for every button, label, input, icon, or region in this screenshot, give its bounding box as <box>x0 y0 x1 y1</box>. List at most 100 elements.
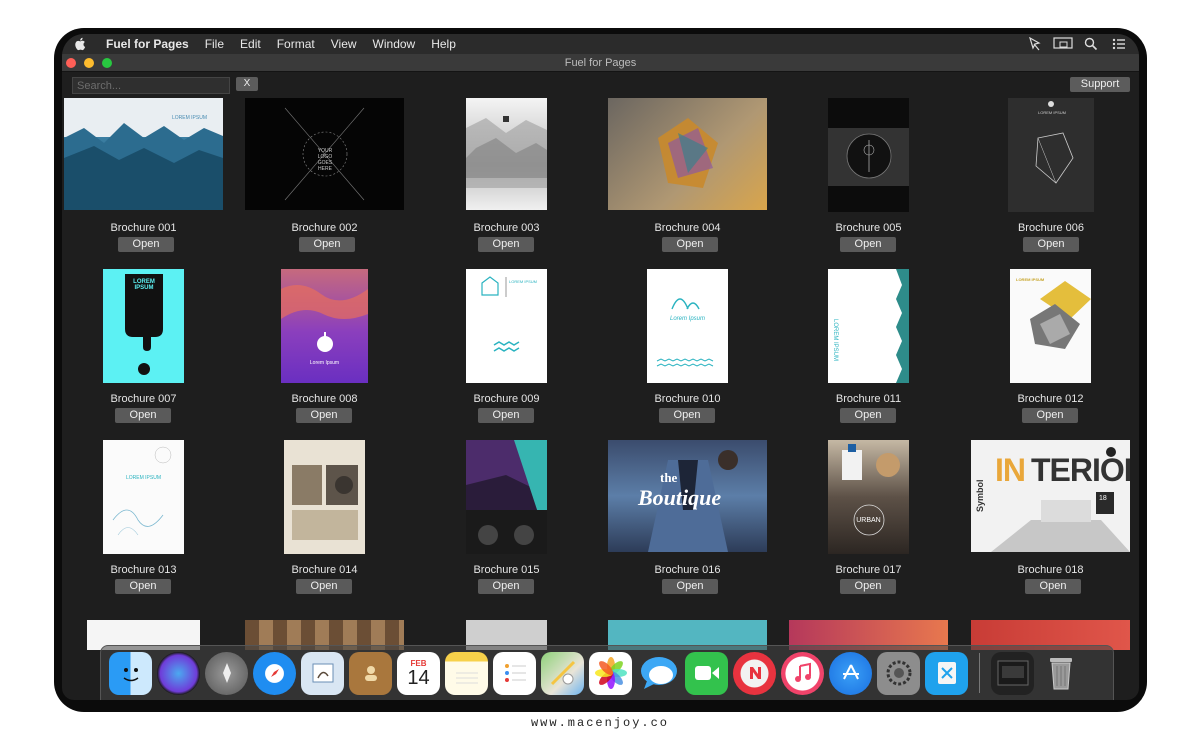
brochure-thumbnail[interactable]: URBAN <box>828 440 909 554</box>
siri-icon[interactable] <box>157 651 200 695</box>
open-button[interactable]: Open <box>115 579 171 594</box>
zoom-button[interactable] <box>102 58 112 68</box>
menu-edit[interactable]: Edit <box>232 34 269 54</box>
safari-icon[interactable] <box>253 651 296 695</box>
close-button[interactable] <box>66 58 76 68</box>
music-icon[interactable] <box>781 651 824 695</box>
thumb-text: YOUR LOGO GOES HERE <box>317 148 333 172</box>
open-button[interactable]: Open <box>1023 237 1079 252</box>
brochure-thumbnail[interactable]: LOREM IPSUM <box>103 440 184 554</box>
brochure-thumbnail[interactable] <box>284 440 365 554</box>
calendar-day: 14 <box>407 666 430 689</box>
brochure-label: Brochure 007 <box>110 393 177 405</box>
brochure-tile: LOREM IPSUM Brochure 009 Open <box>466 269 636 429</box>
brochure-thumbnail[interactable]: LOREM IPSUM <box>64 98 223 210</box>
clear-search-button[interactable]: X <box>236 77 258 91</box>
brochure-tile: LOREM IPSUM Brochure 013 Open <box>103 440 273 600</box>
maps-icon[interactable] <box>541 651 584 695</box>
pointer-icon[interactable] <box>1025 36 1045 52</box>
thumb-text: IN <box>995 452 1026 488</box>
open-button[interactable]: Open <box>662 579 718 594</box>
open-button[interactable]: Open <box>840 408 896 423</box>
messages-icon[interactable] <box>637 652 680 695</box>
open-button[interactable]: Open <box>296 408 352 423</box>
system-preferences-icon[interactable] <box>877 651 920 695</box>
mail-icon[interactable] <box>301 651 344 695</box>
brochure-label: Brochure 011 <box>835 393 902 405</box>
photos-icon[interactable] <box>589 651 632 695</box>
brochure-tile: Lorem Ipsum Brochure 008 Open <box>281 269 451 429</box>
xcode-icon[interactable] <box>925 651 968 695</box>
contacts-icon[interactable] <box>349 651 392 695</box>
trash-icon[interactable] <box>1039 652 1082 695</box>
status-area <box>1025 36 1139 52</box>
brochure-thumbnail[interactable]: LOREM IPSUM <box>466 269 547 383</box>
brochure-thumbnail[interactable]: Lorem Ipsum <box>647 269 728 383</box>
menu-app-name[interactable]: Fuel for Pages <box>98 34 197 54</box>
search-input[interactable] <box>72 77 230 94</box>
open-button[interactable]: Open <box>662 237 718 252</box>
brochure-thumbnail[interactable]: LOREM IPSUM <box>1008 98 1094 212</box>
launchpad-icon[interactable] <box>205 651 248 695</box>
menu-file[interactable]: File <box>197 34 232 54</box>
menu-window[interactable]: Window <box>365 34 424 54</box>
brochure-thumbnail[interactable]: LOREM IPSUM <box>828 269 909 383</box>
notes-icon[interactable] <box>445 651 488 695</box>
brochure-thumbnail[interactable] <box>466 98 547 210</box>
preview-icon[interactable] <box>991 651 1034 695</box>
brochure-label: Brochure 012 <box>1017 393 1084 405</box>
device-frame: Fuel for Pages File Edit Format View Win… <box>54 28 1147 712</box>
brochure-label: Brochure 009 <box>473 393 540 405</box>
brochure-thumbnail[interactable]: the Boutique <box>608 440 767 552</box>
app-store-icon[interactable] <box>829 651 872 695</box>
open-button[interactable]: Open <box>299 237 355 252</box>
thumb-text: Lorem Ipsum <box>669 316 705 322</box>
brochure-label: Brochure 004 <box>654 222 721 234</box>
notification-center-icon[interactable] <box>1109 36 1129 52</box>
brochure-thumbnail[interactable]: LOREM IPSUM <box>103 269 184 383</box>
menu-help[interactable]: Help <box>423 34 464 54</box>
open-button[interactable]: Open <box>840 237 896 252</box>
brochure-label: Brochure 015 <box>473 564 540 576</box>
brochure-label: Brochure 008 <box>291 393 358 405</box>
apple-icon[interactable] <box>62 37 98 51</box>
thumb-text: LOREM IPSUM <box>832 319 838 362</box>
minimize-button[interactable] <box>84 58 94 68</box>
open-button[interactable]: Open <box>659 408 715 423</box>
menu-format[interactable]: Format <box>269 34 323 54</box>
reminders-icon[interactable] <box>493 651 536 695</box>
open-button[interactable]: Open <box>478 237 534 252</box>
thumb-text: Symbol <box>975 479 985 512</box>
brochure-label: Brochure 001 <box>110 222 177 234</box>
menu-view[interactable]: View <box>323 34 365 54</box>
support-button[interactable]: Support <box>1070 77 1130 92</box>
open-button[interactable]: Open <box>296 579 352 594</box>
open-button[interactable]: Open <box>115 408 171 423</box>
thumb-text: LOREM IPSUM <box>125 475 161 481</box>
open-button[interactable]: Open <box>478 408 534 423</box>
brochure-thumbnail[interactable]: Lorem Ipsum <box>281 269 368 383</box>
open-button[interactable]: Open <box>1025 579 1081 594</box>
brochure-thumbnail[interactable] <box>828 98 909 212</box>
calendar-icon[interactable]: FEB 14 <box>397 651 440 695</box>
brochure-thumbnail[interactable] <box>608 98 767 210</box>
brochure-thumbnail[interactable] <box>466 440 547 554</box>
facetime-icon[interactable] <box>685 651 728 695</box>
brochure-label: Brochure 016 <box>654 564 721 576</box>
brochure-thumbnail[interactable]: LOREM IPSUM <box>1010 269 1091 383</box>
window-titlebar: Fuel for Pages <box>62 54 1139 72</box>
thumb-text: LOREM IPSUM <box>133 279 155 291</box>
window-controls <box>66 58 112 68</box>
open-button[interactable]: Open <box>840 579 896 594</box>
open-button[interactable]: Open <box>1022 408 1078 423</box>
brochure-thumbnail[interactable]: IN TERIOR Symbol 18 <box>971 440 1130 552</box>
screen-mirroring-icon[interactable] <box>1053 36 1073 52</box>
brochure-tile: Brochure 004 Open <box>608 98 778 258</box>
open-button[interactable]: Open <box>478 579 534 594</box>
open-button[interactable]: Open <box>118 237 174 252</box>
brochure-tile: LOREM IPSUM Brochure 012 Open <box>1010 269 1139 429</box>
finder-icon[interactable] <box>109 651 152 695</box>
search-icon[interactable] <box>1081 36 1101 52</box>
news-icon[interactable] <box>733 651 776 695</box>
brochure-thumbnail[interactable]: YOUR LOGO GOES HERE <box>245 98 404 210</box>
